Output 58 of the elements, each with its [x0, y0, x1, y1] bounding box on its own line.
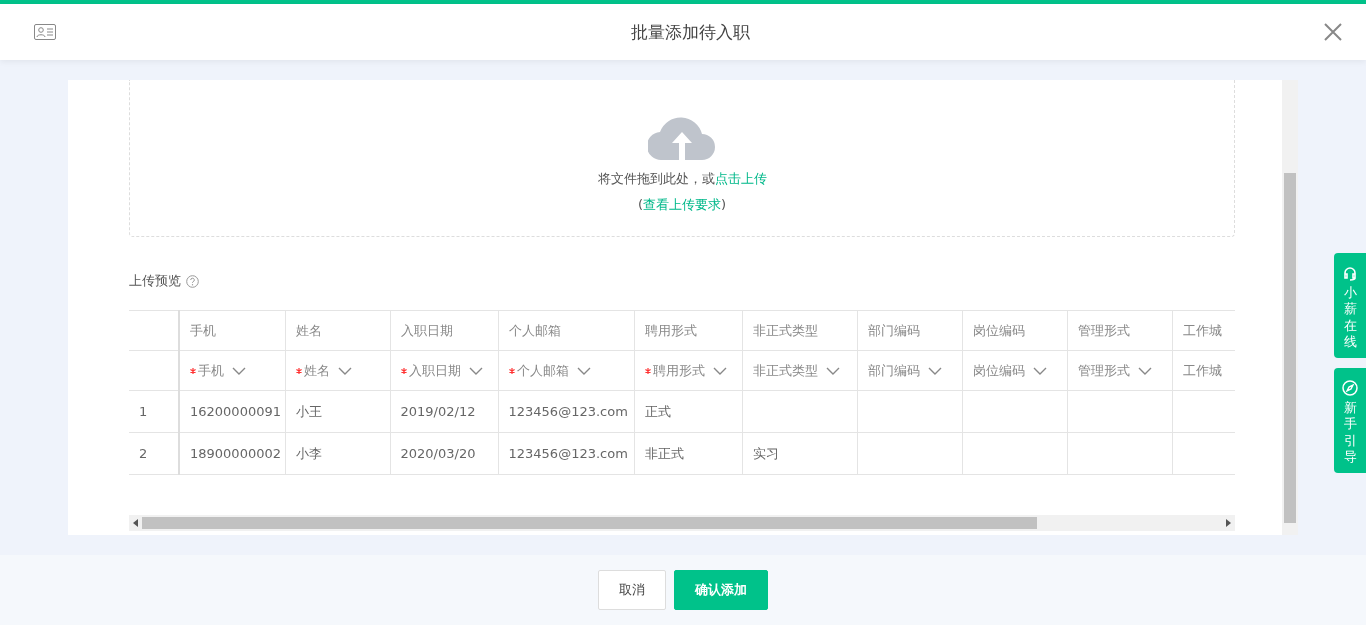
scroll-left-icon[interactable]: [133, 519, 138, 527]
upload-dropzone[interactable]: 将文件拖到此处，或点击上传 (查看上传要求): [129, 80, 1235, 237]
help-icon[interactable]: [186, 274, 199, 288]
required-asterisk-icon: [190, 367, 196, 374]
horizontal-scrollbar[interactable]: [129, 515, 1235, 531]
chevron-down-icon[interactable]: [1137, 366, 1152, 375]
column-header: 入职日期: [390, 310, 498, 351]
chevron-down-icon[interactable]: [927, 366, 942, 375]
upload-link[interactable]: 点击上传: [714, 171, 767, 186]
table-cell: 18900000002: [190, 446, 281, 461]
table-cell: 2020/03/20: [400, 446, 476, 461]
row-number: 1: [129, 390, 179, 433]
chevron-down-icon[interactable]: [232, 366, 246, 375]
table-cell: 实习: [752, 445, 779, 461]
column-header: 聘用形式: [634, 310, 742, 351]
table-cell: 小李: [295, 445, 322, 461]
column-header: 个人邮箱: [498, 310, 634, 351]
column-header: 手机: [179, 310, 285, 351]
table-cell: 非正式: [644, 445, 684, 461]
required-asterisk-icon: [508, 367, 515, 374]
chevron-down-icon[interactable]: [468, 366, 483, 375]
close-icon[interactable]: [1324, 23, 1342, 41]
paren: (: [637, 197, 643, 212]
table-cell: 2019/02/12: [400, 404, 476, 419]
confirm-add-button[interactable]: 确认添加: [674, 570, 768, 610]
table-cell: 123456@123.com: [508, 404, 628, 419]
table-cell: 正式: [644, 403, 671, 419]
column-header: 部门编码: [857, 310, 962, 351]
vertical-scrollbar[interactable]: [1282, 80, 1298, 535]
chevron-down-icon[interactable]: [1032, 366, 1047, 375]
scroll-right-icon[interactable]: [1226, 519, 1231, 527]
required-asterisk-icon: [644, 367, 651, 374]
column-header: 管理形式: [1067, 310, 1172, 351]
required-asterisk-icon: [295, 367, 302, 374]
guide-button[interactable]: 新手引导: [1334, 368, 1366, 473]
chevron-down-icon[interactable]: [712, 366, 727, 375]
column-header: 姓名: [285, 310, 390, 351]
compass-icon: [1342, 380, 1358, 396]
table-cell: 123456@123.com: [508, 446, 628, 461]
required-asterisk-icon: [400, 367, 407, 374]
table-cell: 16200000091: [190, 404, 281, 419]
online-chat-button[interactable]: 小薪在线: [1334, 253, 1366, 358]
row-number: 2: [129, 432, 179, 475]
paren: ): [721, 197, 727, 212]
dialog-title: 批量添加待入职: [630, 20, 750, 44]
upload-hint: 将文件拖到此处，或: [597, 171, 715, 186]
column-header: 非正式类型: [742, 310, 857, 351]
requirements-link[interactable]: 查看上传要求: [643, 197, 721, 212]
headset-icon: [1342, 265, 1358, 281]
chevron-down-icon[interactable]: [825, 366, 840, 375]
cancel-button[interactable]: 取消: [598, 570, 666, 610]
chevron-down-icon[interactable]: [337, 366, 352, 375]
table-cell: 小王: [295, 403, 322, 419]
column-header: 工作城: [1172, 310, 1235, 351]
preview-title: 上传预览: [129, 272, 181, 290]
column-header: 岗位编码: [962, 310, 1067, 351]
chevron-down-icon[interactable]: [576, 366, 591, 375]
id-card-icon: [34, 24, 56, 40]
